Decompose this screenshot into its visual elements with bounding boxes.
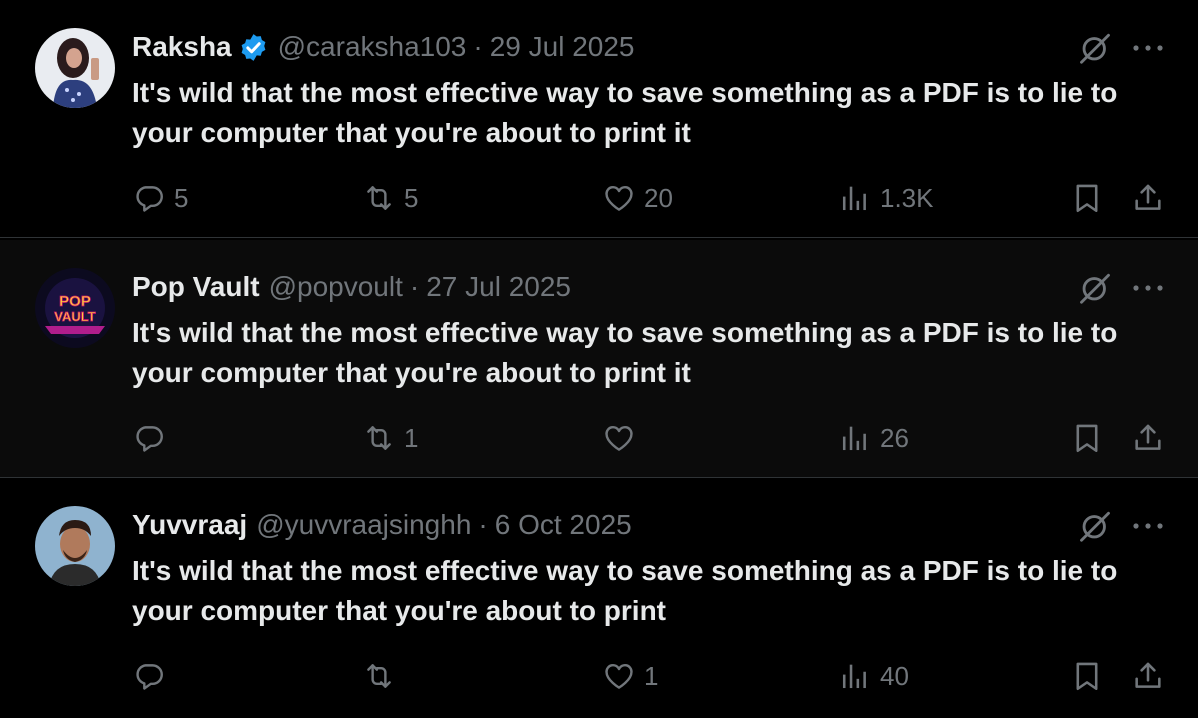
more-icon[interactable] xyxy=(1130,42,1166,54)
share-icon xyxy=(1131,659,1165,693)
retweet-button[interactable]: 5 xyxy=(362,178,418,218)
tweet-text: It's wild that the most effective way to… xyxy=(132,77,1118,148)
bookmark-icon xyxy=(1070,181,1104,215)
share-icon xyxy=(1131,181,1165,215)
retweet-button[interactable]: 1 xyxy=(362,418,418,458)
views-icon xyxy=(838,181,872,215)
tweet-text: It's wild that the most effective way to… xyxy=(132,317,1118,388)
tweet-text: It's wild that the most effective way to… xyxy=(132,555,1118,626)
avatar-logo-text: POP xyxy=(59,293,91,310)
tweet-2[interactable]: Yuvvraaj @yuvvraajsinghh · 6 Oct 2025 It… xyxy=(0,478,1198,716)
retweet-icon xyxy=(362,421,396,455)
heart-icon xyxy=(602,421,636,455)
avatar[interactable]: POP VAULT xyxy=(35,268,115,348)
bookmark-button[interactable] xyxy=(1070,418,1104,458)
reply-button[interactable]: 5 xyxy=(132,178,188,218)
like-button[interactable]: 1 xyxy=(602,656,658,696)
reply-button[interactable] xyxy=(132,656,174,696)
like-button[interactable] xyxy=(602,418,644,458)
views-button[interactable]: 26 xyxy=(838,418,909,458)
timestamp[interactable]: 29 Jul 2025 xyxy=(490,31,635,63)
display-name[interactable]: Pop Vault xyxy=(132,271,260,303)
separator: · xyxy=(473,31,483,62)
separator: · xyxy=(478,509,488,540)
reply-count: 5 xyxy=(174,182,189,213)
more-icon[interactable] xyxy=(1130,282,1166,294)
tweet-header: Raksha @caraksha103 · 29 Jul 2025 xyxy=(132,30,635,64)
tweet-0[interactable]: Raksha @caraksha103 · 29 Jul 2025 It's w… xyxy=(0,0,1198,238)
views-button[interactable]: 1.3K xyxy=(838,178,934,218)
handle[interactable]: @popvoult xyxy=(269,271,403,303)
view-count: 26 xyxy=(880,422,909,453)
share-button[interactable] xyxy=(1131,418,1165,458)
bookmark-icon xyxy=(1070,421,1104,455)
separator: · xyxy=(409,271,420,302)
retweet-count: 1 xyxy=(404,422,419,453)
bookmark-icon xyxy=(1070,659,1104,693)
tweet-1[interactable]: POP VAULT Pop Vault @popvoult · 27 Jul 2… xyxy=(0,240,1198,478)
retweet-icon xyxy=(362,659,396,693)
heart-icon xyxy=(602,181,636,215)
tweet-header: Yuvvraaj @yuvvraajsinghh · 6 Oct 2025 xyxy=(132,508,632,542)
more-icon[interactable] xyxy=(1130,520,1166,532)
like-count: 20 xyxy=(644,182,673,213)
avatar[interactable] xyxy=(35,506,115,586)
like-button[interactable]: 20 xyxy=(602,178,673,218)
share-button[interactable] xyxy=(1131,178,1165,218)
view-count: 40 xyxy=(880,660,909,691)
grok-icon[interactable] xyxy=(1077,270,1113,306)
grok-icon[interactable] xyxy=(1077,30,1113,66)
timestamp[interactable]: 27 Jul 2025 xyxy=(426,271,571,303)
bookmark-button[interactable] xyxy=(1070,178,1104,218)
svg-text:VAULT: VAULT xyxy=(54,309,95,324)
share-button[interactable] xyxy=(1131,656,1165,696)
views-icon xyxy=(838,421,872,455)
views-icon xyxy=(838,659,872,693)
view-count: 1.3K xyxy=(880,182,934,213)
retweet-count: 5 xyxy=(404,182,419,213)
reply-icon xyxy=(132,659,166,693)
avatar[interactable] xyxy=(35,28,115,108)
handle[interactable]: @yuvvraajsinghh xyxy=(256,509,471,541)
retweet-icon xyxy=(362,181,396,215)
reply-icon xyxy=(132,181,166,215)
bookmark-button[interactable] xyxy=(1070,656,1104,696)
reply-icon xyxy=(132,421,166,455)
grok-icon[interactable] xyxy=(1077,508,1113,544)
display-name[interactable]: Raksha xyxy=(132,31,232,63)
heart-icon xyxy=(602,659,636,693)
tweet-header: Pop Vault @popvoult · 27 Jul 2025 xyxy=(132,270,571,304)
like-count: 1 xyxy=(644,660,659,691)
reply-button[interactable] xyxy=(132,418,174,458)
timestamp[interactable]: 6 Oct 2025 xyxy=(495,509,632,541)
share-icon xyxy=(1131,421,1165,455)
verified-badge-icon xyxy=(241,33,266,61)
retweet-button[interactable] xyxy=(362,656,404,696)
handle[interactable]: @caraksha103 xyxy=(278,31,467,63)
views-button[interactable]: 40 xyxy=(838,656,909,696)
display-name[interactable]: Yuvvraaj xyxy=(132,509,247,541)
tweet-feed: Raksha @caraksha103 · 29 Jul 2025 It's w… xyxy=(0,0,1198,718)
